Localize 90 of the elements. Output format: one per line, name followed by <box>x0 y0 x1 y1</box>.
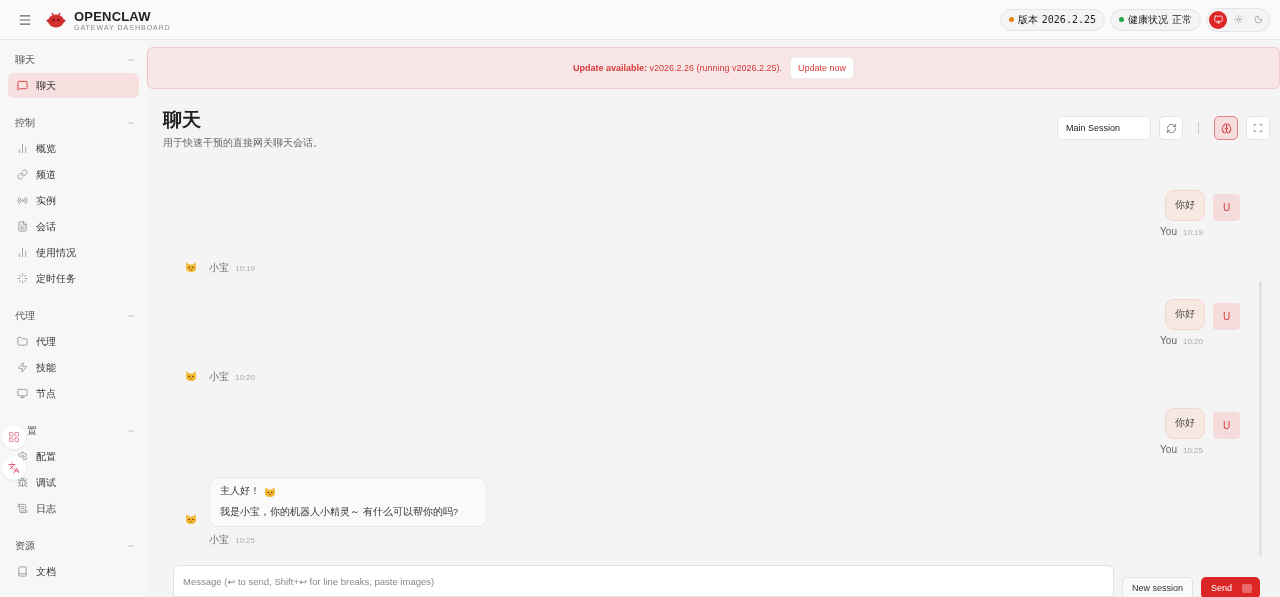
folder-icon <box>17 336 28 347</box>
collapse-icon[interactable] <box>127 542 135 550</box>
nav-item[interactable]: 实例 <box>8 188 139 213</box>
link-icon <box>17 169 28 180</box>
message-time: 10:20 <box>1182 337 1203 346</box>
collapse-icon[interactable] <box>127 312 135 320</box>
bug-icon <box>17 477 28 488</box>
nav-item[interactable]: 概览 <box>8 136 139 161</box>
nav-item[interactable]: 文档 <box>8 559 139 584</box>
cat-face-icon <box>264 485 276 498</box>
message-time: 10:25 <box>1182 446 1203 455</box>
user-message-bubble: 你好 <box>1165 408 1205 439</box>
monitor-icon <box>1213 15 1223 24</box>
cat-face-icon <box>185 261 197 273</box>
message-line: 主人好！ <box>220 485 458 498</box>
bar-chart-icon <box>17 143 28 154</box>
cat-face-icon <box>185 513 197 525</box>
collapse-icon[interactable] <box>127 427 135 435</box>
gear-icon <box>17 451 28 462</box>
nav-item[interactable]: 频道 <box>8 162 139 187</box>
sender-name: 小宝 <box>209 261 229 275</box>
nav-item[interactable]: 使用情况 <box>8 240 139 265</box>
theme-button[interactable] <box>1209 10 1227 29</box>
send-button[interactable]: Send <box>1200 577 1260 597</box>
nav-item[interactable]: 日志 <box>8 496 139 521</box>
shortcut-key-icon <box>1242 583 1252 593</box>
focus-button[interactable] <box>1246 116 1270 140</box>
user-avatar: U <box>1213 194 1240 221</box>
sender-name: You <box>1160 226 1177 237</box>
message-time: 10:20 <box>235 373 256 382</box>
apps-icon <box>8 431 20 443</box>
message-time: 10:25 <box>235 536 256 545</box>
nav-item[interactable]: 定时任务 <box>8 266 139 291</box>
nav-item[interactable]: 技能 <box>8 355 139 380</box>
broadcast-icon <box>17 195 28 206</box>
user-avatar: U <box>1213 303 1240 330</box>
session-select[interactable]: Main Session <box>1057 116 1151 140</box>
update-now-button[interactable]: Update now <box>790 57 855 79</box>
collapse-icon[interactable] <box>127 119 135 127</box>
cat-face-icon <box>185 370 197 382</box>
thinking-toggle[interactable] <box>1214 116 1238 140</box>
sender-name: You <box>1160 444 1177 455</box>
nav-item[interactable]: 聊天 <box>8 73 139 98</box>
nav-item[interactable]: 配置 <box>8 444 139 469</box>
book-icon <box>17 566 28 577</box>
nav-group-label: 聊天 <box>15 53 35 67</box>
status-value: 2026.2.25 <box>1041 14 1096 25</box>
collapse-icon[interactable] <box>127 56 135 64</box>
user-message-bubble: 你好 <box>1165 190 1205 221</box>
refresh-button[interactable] <box>1159 116 1183 140</box>
status-label: 健康状况 <box>1128 12 1168 27</box>
message-time: 10:19 <box>235 264 256 273</box>
sender-name: 小宝 <box>209 533 229 547</box>
lightning-icon <box>17 362 28 373</box>
nav-item[interactable]: 会话 <box>8 214 139 239</box>
scroll-icon <box>17 503 28 514</box>
nav-item[interactable]: 节点 <box>8 381 139 406</box>
brand-name: OPENCLAW <box>74 8 152 24</box>
message-input[interactable]: Message (↩ to send, Shift+↩ for line breaks, paste images) <box>173 565 1114 597</box>
refresh-icon <box>1165 122 1177 134</box>
sun-icon <box>1233 15 1243 24</box>
sender-name: 小宝 <box>209 370 229 384</box>
scan-icon <box>1253 123 1263 133</box>
message-time: 10:19 <box>1182 228 1203 237</box>
user-message-bubble: 你好 <box>1165 299 1205 330</box>
nav-group-label: 控制 <box>15 116 35 130</box>
document-icon <box>17 221 28 232</box>
nav-group-label: 代理 <box>15 309 35 323</box>
chat-icon <box>17 80 28 91</box>
status-label: 版本 <box>1017 12 1038 27</box>
page-subtitle: 用于快速干预的直接网关聊天会话。 <box>163 137 323 150</box>
status-value: 正常 <box>1172 12 1192 27</box>
nav-group-label: 置 <box>27 424 37 438</box>
loader-icon <box>17 273 28 284</box>
moon-icon <box>1253 15 1263 24</box>
bar-chart-icon <box>17 247 28 258</box>
menu-icon[interactable] <box>18 12 32 27</box>
page-title: 聊天 <box>163 108 202 132</box>
sender-name: You <box>1160 335 1177 346</box>
new-session-button[interactable]: New session <box>1121 577 1193 597</box>
nav-item[interactable]: 调试 <box>8 470 139 495</box>
translate-icon <box>8 462 20 474</box>
nav-item[interactable]: 代理 <box>8 329 139 354</box>
message-line: 我是小宝，你的机器人小精灵～ 有什么可以帮你的吗? <box>220 506 458 519</box>
nav-group-label: 资源 <box>15 539 35 553</box>
monitor-icon <box>17 388 28 399</box>
user-avatar: U <box>1213 412 1240 439</box>
update-message: Update available: v2026.2.26 (running v2026.2.25). <box>572 63 783 73</box>
robot-logo-icon <box>46 10 66 29</box>
brain-icon <box>1220 122 1232 134</box>
